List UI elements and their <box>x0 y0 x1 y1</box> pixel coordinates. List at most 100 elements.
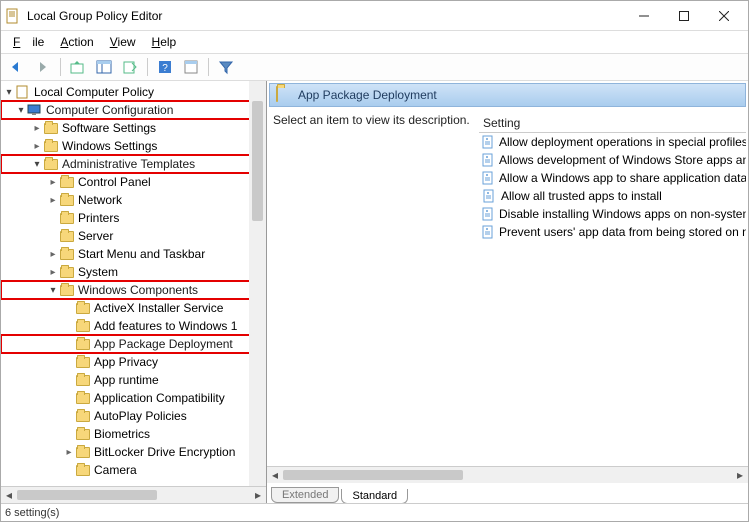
tree-label: Local Computer Policy <box>34 85 154 99</box>
expand-icon[interactable] <box>63 339 75 350</box>
list-item[interactable]: Allow all trusted apps to install <box>479 187 746 205</box>
tree-windows-settings[interactable]: ▸ Windows Settings <box>1 137 266 155</box>
menu-file[interactable]: File <box>7 33 50 51</box>
column-header-setting[interactable]: Setting <box>479 113 746 133</box>
tree-network[interactable]: ▸ Network <box>1 191 266 209</box>
expand-icon[interactable]: ▸ <box>47 177 59 188</box>
tree-bitlocker[interactable]: ▸ BitLocker Drive Encryption <box>1 443 266 461</box>
folder-icon <box>59 174 75 190</box>
expand-icon[interactable] <box>63 411 75 422</box>
tree-label: BitLocker Drive Encryption <box>94 445 235 459</box>
show-hide-tree-button[interactable] <box>92 56 116 78</box>
expand-icon[interactable]: ▾ <box>47 285 59 296</box>
tree-system[interactable]: ▸ System <box>1 263 266 281</box>
policy-icon <box>481 134 495 150</box>
tree-autoplay[interactable]: AutoPlay Policies <box>1 407 266 425</box>
window-buttons <box>624 1 744 30</box>
tree-label: Control Panel <box>78 175 151 189</box>
policy-tree[interactable]: ▾ Local Computer Policy ▾ Computer Confi… <box>1 81 266 486</box>
list-item[interactable]: Allow a Windows app to share application… <box>479 169 746 187</box>
tree-biometrics[interactable]: Biometrics <box>1 425 266 443</box>
export-button[interactable] <box>118 56 142 78</box>
tree-app-package-deployment[interactable]: App Package Deployment <box>1 335 266 353</box>
setting-label: Prevent users' app data from being store… <box>499 225 746 239</box>
menu-view[interactable]: View <box>104 33 142 51</box>
tree-windows-components[interactable]: ▾ Windows Components <box>1 281 266 299</box>
tree-computer-configuration[interactable]: ▾ Computer Configuration <box>1 101 266 119</box>
tree-label: System <box>78 265 118 279</box>
tree-control-panel[interactable]: ▸ Control Panel <box>1 173 266 191</box>
list-item[interactable]: Prevent users' app data from being store… <box>479 223 746 241</box>
expand-icon[interactable]: ▾ <box>15 105 27 116</box>
expand-icon[interactable] <box>63 375 75 386</box>
expand-icon[interactable] <box>63 357 75 368</box>
tree-software-settings[interactable]: ▸ Software Settings <box>1 119 266 137</box>
list-item[interactable]: Disable installing Windows apps on non-s… <box>479 205 746 223</box>
detail-pane: App Package Deployment Select an item to… <box>267 81 748 503</box>
tree-activex[interactable]: ActiveX Installer Service <box>1 299 266 317</box>
tree-camera[interactable]: Camera <box>1 461 266 479</box>
tree-server[interactable]: Server <box>1 227 266 245</box>
scroll-right-icon[interactable]: ▸ <box>250 487 266 503</box>
expand-icon[interactable] <box>47 213 59 224</box>
detail-body: Select an item to view its description. … <box>267 113 748 466</box>
tree-app-runtime[interactable]: App runtime <box>1 371 266 389</box>
tree-root[interactable]: ▾ Local Computer Policy <box>1 83 266 101</box>
properties-button[interactable] <box>179 56 203 78</box>
expand-icon[interactable] <box>63 321 75 332</box>
detail-horizontal-scrollbar[interactable]: ◂ ▸ <box>267 466 748 483</box>
app-icon <box>5 8 21 24</box>
minimize-button[interactable] <box>624 2 664 30</box>
expand-icon[interactable]: ▸ <box>63 447 75 458</box>
expand-icon[interactable]: ▸ <box>31 123 43 134</box>
expand-icon[interactable] <box>63 303 75 314</box>
tree-app-privacy[interactable]: App Privacy <box>1 353 266 371</box>
expand-icon[interactable] <box>47 231 59 242</box>
setting-label: Allow deployment operations in special p… <box>499 135 746 149</box>
up-button[interactable] <box>66 56 90 78</box>
filter-button[interactable] <box>214 56 238 78</box>
expand-icon[interactable] <box>63 429 75 440</box>
expand-icon[interactable]: ▸ <box>47 249 59 260</box>
tree-app-compat[interactable]: Application Compatibility <box>1 389 266 407</box>
expand-icon[interactable]: ▸ <box>47 267 59 278</box>
scroll-right-icon[interactable]: ▸ <box>732 467 748 483</box>
help-button[interactable]: ? <box>153 56 177 78</box>
tree-label: Software Settings <box>62 121 156 135</box>
expand-icon[interactable]: ▾ <box>3 87 15 98</box>
expand-icon[interactable] <box>63 465 75 476</box>
maximize-button[interactable] <box>664 2 704 30</box>
settings-list[interactable]: Setting Allow deployment operations in s… <box>479 113 746 466</box>
list-item[interactable]: Allows development of Windows Store apps… <box>479 151 746 169</box>
scroll-left-icon[interactable]: ◂ <box>267 467 283 483</box>
expand-icon[interactable]: ▾ <box>31 159 43 170</box>
forward-button[interactable] <box>31 56 55 78</box>
expand-icon[interactable]: ▸ <box>31 141 43 152</box>
menu-action[interactable]: Action <box>54 33 99 51</box>
scroll-left-icon[interactable]: ◂ <box>1 487 17 503</box>
tree-label: Start Menu and Taskbar <box>78 247 205 261</box>
tab-extended[interactable]: Extended <box>271 487 339 503</box>
folder-icon <box>75 462 91 478</box>
close-button[interactable] <box>704 2 744 30</box>
tree-printers[interactable]: Printers <box>1 209 266 227</box>
menu-help[interactable]: Help <box>146 33 183 51</box>
folder-icon <box>75 318 91 334</box>
expand-icon[interactable]: ▸ <box>47 195 59 206</box>
back-button[interactable] <box>5 56 29 78</box>
list-item[interactable]: Allow deployment operations in special p… <box>479 133 746 151</box>
tree-label: Biometrics <box>94 427 150 441</box>
expand-icon[interactable] <box>63 393 75 404</box>
folder-icon <box>59 192 75 208</box>
tab-standard[interactable]: Standard <box>341 489 408 503</box>
tree-add-features[interactable]: Add features to Windows 1 <box>1 317 266 335</box>
tree-label: App Package Deployment <box>94 337 233 351</box>
tree-horizontal-scrollbar[interactable]: ◂ ▸ <box>1 486 266 503</box>
computer-icon <box>27 102 43 118</box>
tree-start-menu[interactable]: ▸ Start Menu and Taskbar <box>1 245 266 263</box>
tree-label: App Privacy <box>94 355 158 369</box>
folder-icon <box>59 246 75 262</box>
tree-vertical-scrollbar[interactable] <box>249 81 266 486</box>
tree-label: Printers <box>78 211 119 225</box>
tree-administrative-templates[interactable]: ▾ Administrative Templates <box>1 155 266 173</box>
